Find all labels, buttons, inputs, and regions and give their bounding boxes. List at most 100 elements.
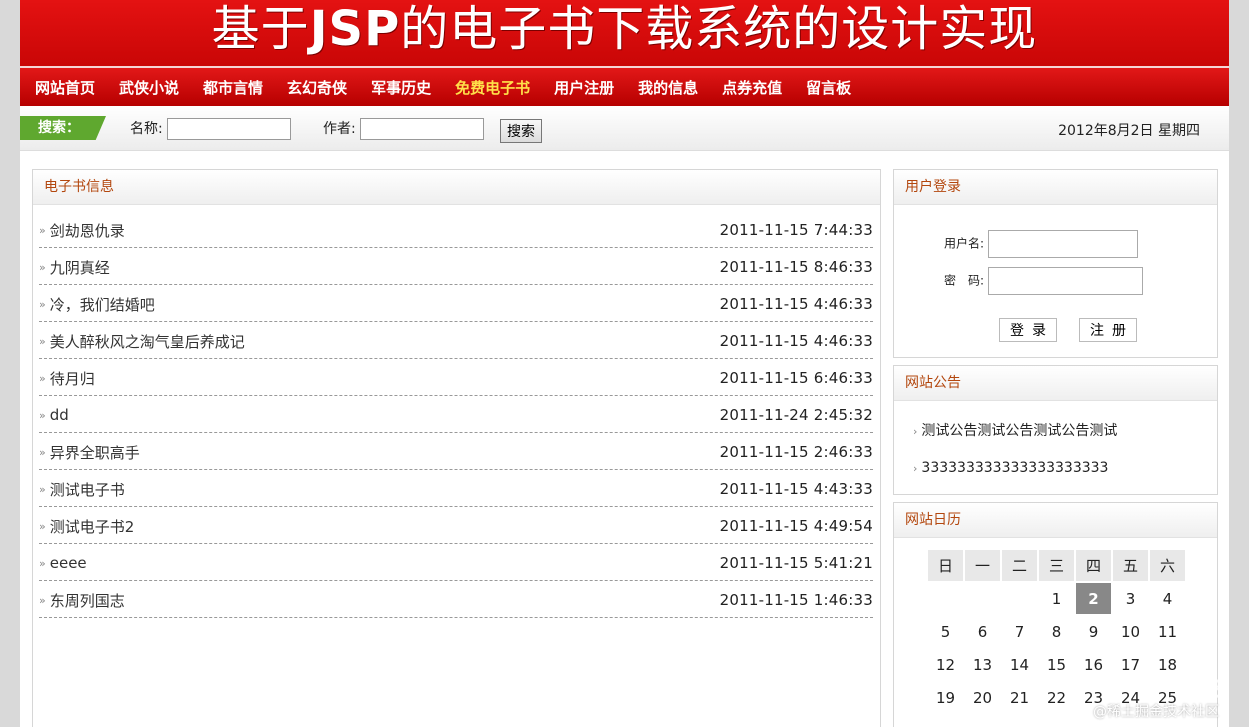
calendar-day[interactable]: 20 bbox=[965, 682, 1000, 713]
username-input[interactable] bbox=[987, 230, 1138, 258]
calendar-day[interactable]: 19 bbox=[928, 682, 963, 713]
calendar-day[interactable]: 17 bbox=[1113, 649, 1148, 680]
ebook-title-cell: » 剑劫恩仇录 bbox=[39, 220, 125, 241]
notice-panel-title: 网站公告 bbox=[894, 366, 1217, 401]
ebook-row: » 待月归 2011-11-15 6:46:33 bbox=[39, 359, 873, 396]
ebook-title-cell: » 待月归 bbox=[39, 368, 95, 389]
password-label: 密 码: bbox=[944, 273, 985, 288]
ebook-title-link[interactable]: 九阴真经 bbox=[50, 257, 110, 278]
ebook-title-cell: » dd bbox=[39, 406, 69, 424]
notice-item[interactable]: › 333333333333333333333 bbox=[913, 450, 1217, 487]
ebook-row: » 测试电子书2 2011-11-15 4:49:54 bbox=[39, 507, 873, 544]
double-arrow-icon: » bbox=[39, 519, 46, 533]
calendar-day[interactable]: 15 bbox=[1039, 649, 1074, 680]
ebook-title-link[interactable]: 美人醉秋风之淘气皇后养成记 bbox=[50, 331, 245, 352]
nav-military[interactable]: 军事历史 bbox=[371, 77, 431, 98]
calendar-day[interactable]: 12 bbox=[928, 649, 963, 680]
ebook-date: 2011-11-15 2:46:33 bbox=[719, 443, 873, 461]
ebook-title-link[interactable]: 测试电子书 bbox=[50, 479, 125, 500]
calendar-weekday: 一 bbox=[965, 550, 1000, 581]
ebook-date: 2011-11-24 2:45:32 bbox=[719, 406, 873, 424]
ebook-title-cell: » 九阴真经 bbox=[39, 257, 110, 278]
login-panel: 用户登录 用户名: 密 码: 登录 注册 bbox=[893, 169, 1218, 358]
search-tag: 搜索： bbox=[20, 116, 106, 140]
ebook-title-link[interactable]: 异界全职高手 bbox=[50, 442, 140, 463]
nav-fantasy[interactable]: 玄幻奇侠 bbox=[287, 77, 347, 98]
ebook-title-cell: » 冷，我们结婚吧 bbox=[39, 294, 155, 315]
name-field-group: 名称: bbox=[130, 118, 292, 140]
password-input[interactable] bbox=[987, 267, 1143, 295]
ebook-title-cell: » 测试电子书2 bbox=[39, 516, 134, 537]
ebook-panel: 电子书信息 » 剑劫恩仇录 2011-11-15 7:44:33 » 九阴真经 2011-… bbox=[32, 169, 881, 727]
calendar-week-row: 12 13 14 15 16 17 18 bbox=[928, 649, 1185, 680]
calendar-day[interactable]: 14 bbox=[1002, 649, 1037, 680]
calendar-weekday: 四 bbox=[1076, 550, 1111, 581]
calendar-weekday-row: 日一二三四五六 bbox=[928, 550, 1185, 581]
register-button[interactable]: 注册 bbox=[1079, 318, 1137, 342]
nav-my-info[interactable]: 我的信息 bbox=[638, 77, 698, 98]
ebook-title-link[interactable]: 测试电子书2 bbox=[50, 516, 135, 537]
nav-guestbook[interactable]: 留言板 bbox=[806, 77, 851, 98]
ebook-row: » 剑劫恩仇录 2011-11-15 7:44:33 bbox=[39, 211, 873, 248]
calendar-day[interactable]: 11 bbox=[1150, 616, 1185, 647]
calendar-day[interactable]: 21 bbox=[1002, 682, 1037, 713]
ebook-title-cell: » 美人醉秋风之淘气皇后养成记 bbox=[39, 331, 245, 352]
calendar-day[interactable]: 22 bbox=[1039, 682, 1074, 713]
calendar-day[interactable]: 18 bbox=[1150, 649, 1185, 680]
nav-register[interactable]: 用户注册 bbox=[554, 77, 614, 98]
nav-recharge[interactable]: 点券充值 bbox=[722, 77, 782, 98]
calendar-day[interactable]: 8 bbox=[1039, 616, 1074, 647]
nav-free-ebooks[interactable]: 免费电子书 bbox=[455, 77, 530, 98]
name-search-input[interactable] bbox=[167, 118, 292, 140]
calendar-day[interactable]: 2 bbox=[1076, 583, 1111, 614]
nav-home[interactable]: 网站首页 bbox=[35, 77, 95, 98]
nav-wuxia[interactable]: 武侠小说 bbox=[119, 77, 179, 98]
watermark: @稀土掘金技术社区 bbox=[1093, 704, 1219, 720]
ebook-date: 2011-11-15 1:46:33 bbox=[719, 591, 873, 609]
ebook-title-link[interactable]: 冷，我们结婚吧 bbox=[50, 294, 155, 315]
password-row: 密 码: bbox=[944, 267, 1143, 295]
notice-item[interactable]: › 测试公告测试公告测试公告测试 bbox=[913, 413, 1217, 450]
calendar-day[interactable]: 13 bbox=[965, 649, 1000, 680]
site-title: 基于JSP的电子书下载系统的设计实现 bbox=[211, 1, 1038, 57]
ebook-title-cell: » 东周列国志 bbox=[39, 590, 125, 611]
notice-list: › 测试公告测试公告测试公告测试 › 333333333333333333333 bbox=[894, 413, 1217, 487]
search-button[interactable]: 搜索 bbox=[500, 119, 542, 143]
main-nav: 网站首页 武侠小说 都市言情 玄幻奇侠 军事历史 免费电子书 用户注册 我的信息… bbox=[20, 68, 1229, 106]
search-bar: 搜索： 名称: 作者: 搜索 2012年8月2日 星期四 bbox=[20, 106, 1229, 151]
calendar-day[interactable]: 10 bbox=[1113, 616, 1148, 647]
calendar-day[interactable]: 6 bbox=[965, 616, 1000, 647]
ebook-date: 2011-11-15 4:46:33 bbox=[719, 332, 873, 350]
calendar-day[interactable]: 4 bbox=[1150, 583, 1185, 614]
arrow-icon: › bbox=[913, 425, 918, 438]
calendar-day[interactable]: 5 bbox=[928, 616, 963, 647]
calendar-day[interactable]: 7 bbox=[1002, 616, 1037, 647]
double-arrow-icon: » bbox=[39, 556, 46, 570]
nav-romance[interactable]: 都市言情 bbox=[203, 77, 263, 98]
calendar-weekday: 五 bbox=[1113, 550, 1148, 581]
ebook-row: » 九阴真经 2011-11-15 8:46:33 bbox=[39, 248, 873, 285]
ebook-title-link[interactable]: 剑劫恩仇录 bbox=[50, 220, 125, 241]
calendar-day[interactable]: 9 bbox=[1076, 616, 1111, 647]
ebook-row: » 东周列国志 2011-11-15 1:46:33 bbox=[39, 581, 873, 618]
calendar-panel: 网站日历 日一二三四五六 1 2 3 4 5 6 7 8 9 10 11 12 13 14 15 16 17 18… bbox=[893, 502, 1218, 727]
calendar-day[interactable]: 16 bbox=[1076, 649, 1111, 680]
calendar-weekday: 三 bbox=[1039, 550, 1074, 581]
author-search-input[interactable] bbox=[360, 118, 485, 140]
calendar-empty-cell bbox=[1002, 583, 1037, 614]
username-row: 用户名: bbox=[944, 230, 1138, 258]
login-button[interactable]: 登录 bbox=[999, 318, 1057, 342]
ebook-title-link[interactable]: 待月归 bbox=[50, 368, 95, 389]
ebook-title-link[interactable]: dd bbox=[50, 406, 69, 424]
calendar-day[interactable]: 3 bbox=[1113, 583, 1148, 614]
ebook-row: » eeee 2011-11-15 5:41:21 bbox=[39, 544, 873, 581]
ebook-title-cell: » 异界全职高手 bbox=[39, 442, 140, 463]
ebook-title-link[interactable]: eeee bbox=[50, 554, 87, 572]
ebook-date: 2011-11-15 4:46:33 bbox=[719, 295, 873, 313]
author-label: 作者: bbox=[323, 121, 356, 137]
ebook-row: » 冷，我们结婚吧 2011-11-15 4:46:33 bbox=[39, 285, 873, 322]
ebook-date: 2011-11-15 6:46:33 bbox=[719, 369, 873, 387]
calendar-day[interactable]: 1 bbox=[1039, 583, 1074, 614]
ebook-row: » dd 2011-11-24 2:45:32 bbox=[39, 396, 873, 433]
ebook-title-link[interactable]: 东周列国志 bbox=[50, 590, 125, 611]
